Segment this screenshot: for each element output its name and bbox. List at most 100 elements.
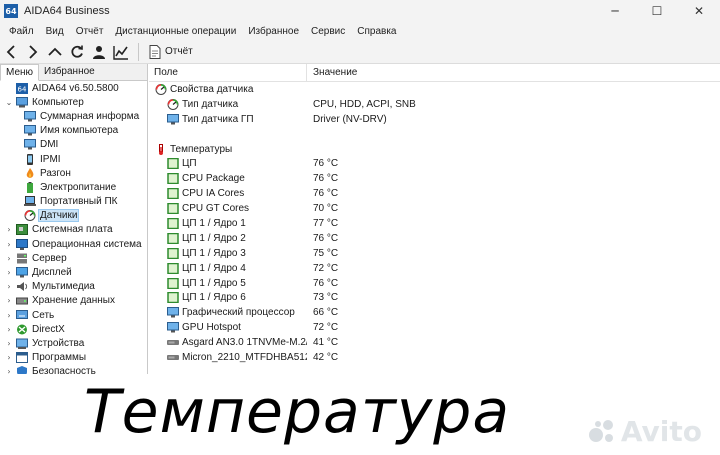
tree-item[interactable]: IPMI <box>0 152 147 166</box>
multimedia-icon <box>17 282 28 292</box>
close-button[interactable]: ✕ <box>678 0 720 22</box>
chevron-right-icon[interactable]: › <box>4 353 14 363</box>
value-cell: 77 °C <box>313 217 339 229</box>
battery-icon <box>27 181 33 193</box>
toolbar: Отчёт <box>0 40 720 64</box>
chevron-right-icon[interactable]: › <box>4 310 14 320</box>
back-button[interactable] <box>0 41 22 63</box>
minimize-button[interactable]: ─ <box>594 0 636 22</box>
table-row[interactable]: Asgard AN3.0 1TNVMe-M.2/... 41 °C <box>149 335 720 350</box>
menu-tools[interactable]: Сервис <box>305 26 351 37</box>
table-row[interactable]: Тип датчика ГП Driver (NV-DRV) <box>149 112 720 127</box>
menu-file[interactable]: Файл <box>3 26 40 37</box>
menu-bar: Файл Вид Отчёт Дистанционные операции Из… <box>0 22 720 40</box>
field-label: Тип датчика <box>182 98 239 110</box>
tree-item[interactable]: › Программы <box>0 351 147 365</box>
tree-item[interactable]: Разгон <box>0 166 147 180</box>
report-button[interactable]: Отчёт <box>145 41 197 63</box>
chip-icon <box>167 158 179 170</box>
menu-report[interactable]: Отчёт <box>70 26 110 37</box>
user-button[interactable] <box>88 41 110 63</box>
tab-menu[interactable]: Меню <box>0 64 40 81</box>
group-header-row[interactable]: Свойства датчика <box>149 82 720 97</box>
phone-icon <box>27 153 33 165</box>
chevron-right-icon[interactable]: › <box>4 268 14 278</box>
tree-item[interactable]: › Устройства <box>0 336 147 350</box>
menu-help[interactable]: Справка <box>351 26 402 37</box>
tree-item-label: Мультимедиа <box>32 281 95 293</box>
tree-item[interactable]: › Системная плата <box>0 223 147 237</box>
column-value-header[interactable]: Значение <box>307 67 357 78</box>
table-row[interactable]: ЦП 76 °C <box>149 156 720 171</box>
tree-item-label: IPMI <box>40 153 61 165</box>
tree-item[interactable]: DMI <box>0 138 147 152</box>
devices-icon <box>16 338 28 349</box>
tree-item[interactable]: › Операционная система <box>0 237 147 251</box>
value-cell: 75 °C <box>313 247 339 259</box>
field-cell: ЦП 1 / Ядро 2 <box>149 232 307 244</box>
forward-button[interactable] <box>22 41 44 63</box>
tree-item-label: Хранение данных <box>32 295 115 307</box>
chevron-down-icon[interactable]: ⌄ <box>4 97 14 107</box>
tree-item[interactable]: › Хранение данных <box>0 294 147 308</box>
chevron-right-icon[interactable]: › <box>4 239 14 249</box>
chevron-right-icon[interactable]: › <box>4 225 14 235</box>
menu-view[interactable]: Вид <box>40 26 70 37</box>
tree-item[interactable]: › Мультимедиа <box>0 280 147 294</box>
menu-favorites[interactable]: Избранное <box>242 26 305 37</box>
chevron-right-icon[interactable]: › <box>4 324 14 334</box>
field-label: ЦП 1 / Ядро 5 <box>182 277 246 289</box>
tree-item[interactable]: 64 AIDA64 v6.50.5800 <box>0 81 147 95</box>
tree-item[interactable]: › Дисплей <box>0 265 147 279</box>
chart-button[interactable] <box>110 41 132 63</box>
disk-icon <box>167 340 179 346</box>
table-row[interactable]: CPU GT Cores 70 °C <box>149 201 720 216</box>
table-row[interactable]: Графический процессор 66 °C <box>149 305 720 320</box>
tree-item[interactable]: › Сервер <box>0 251 147 265</box>
table-row[interactable]: ЦП 1 / Ядро 3 75 °C <box>149 246 720 261</box>
value-cell: 73 °C <box>313 292 339 304</box>
chevron-right-icon[interactable]: › <box>4 338 14 348</box>
value-cell: 76 °C <box>313 158 339 170</box>
table-row[interactable]: ЦП 1 / Ядро 2 76 °C <box>149 231 720 246</box>
chevron-right-icon[interactable]: › <box>4 253 14 263</box>
group-header-row[interactable]: Температуры <box>149 142 720 157</box>
refresh-icon <box>71 45 83 58</box>
tree-item[interactable]: Портативный ПК <box>0 195 147 209</box>
table-row[interactable]: ЦП 1 / Ядро 1 77 °C <box>149 216 720 231</box>
table-row[interactable]: ЦП 1 / Ядро 6 73 °C <box>149 290 720 305</box>
gauge-icon <box>24 210 36 222</box>
maximize-button[interactable]: ☐ <box>636 0 678 22</box>
chip-icon <box>167 232 179 244</box>
table-row[interactable]: ЦП 1 / Ядро 4 72 °C <box>149 261 720 276</box>
tab-favorites[interactable]: Избранное <box>39 64 100 81</box>
chevron-right-icon[interactable]: › <box>4 282 14 292</box>
column-field-header[interactable]: Поле <box>149 64 307 82</box>
tree-item[interactable]: › DirectX <box>0 322 147 336</box>
board-icon <box>16 224 28 236</box>
tree-item[interactable]: › Сеть <box>0 308 147 322</box>
refresh-button[interactable] <box>66 41 88 63</box>
tree-item[interactable]: Датчики <box>0 209 147 223</box>
table-row[interactable]: Micron_2210_MTFDHBA512... 42 °C <box>149 350 720 365</box>
tree-item[interactable]: Электропитание <box>0 180 147 194</box>
tree-item[interactable]: Суммарная информа <box>0 109 147 123</box>
menu-remote[interactable]: Дистанционные операции <box>109 26 242 37</box>
title-bar: 64 AIDA64 Business ─ ☐ ✕ <box>0 0 720 22</box>
tree-item-label: Сервер <box>32 252 67 264</box>
table-row[interactable]: Тип датчика CPU, HDD, ACPI, SNB <box>149 97 720 112</box>
up-button[interactable] <box>44 41 66 63</box>
tree-item-label: Электропитание <box>40 181 117 193</box>
table-row[interactable]: ЦП 1 / Ядро 5 76 °C <box>149 276 720 291</box>
chevron-left-icon <box>6 44 15 59</box>
table-row[interactable]: CPU IA Cores 76 °C <box>149 186 720 201</box>
tree-item[interactable]: ⌄ Компьютер <box>0 95 147 109</box>
tree-item[interactable]: Имя компьютера <box>0 124 147 138</box>
chevron-right-icon[interactable]: › <box>4 296 14 306</box>
table-row[interactable]: GPU Hotspot 72 °C <box>149 320 720 335</box>
field-cell: ЦП 1 / Ядро 4 <box>149 262 307 274</box>
tree-item-label: Операционная система <box>32 238 142 250</box>
monitor-icon <box>167 113 179 125</box>
table-row[interactable]: CPU Package 76 °C <box>149 171 720 186</box>
field-cell: Температуры <box>149 143 307 155</box>
